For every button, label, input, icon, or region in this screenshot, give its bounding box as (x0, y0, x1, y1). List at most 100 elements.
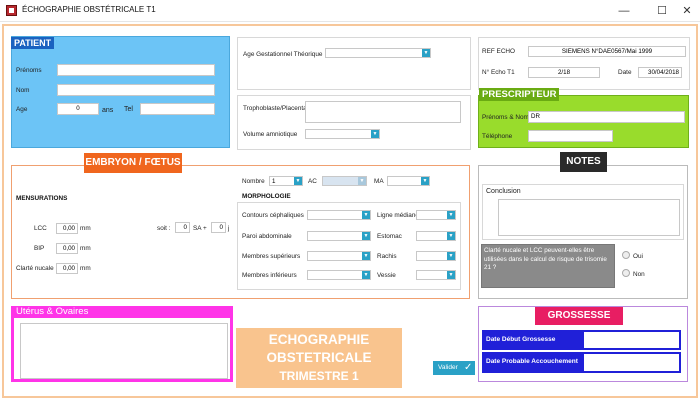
prescripteur-telephone-input[interactable] (528, 130, 613, 142)
trophoblaste-label: Trophoblaste/Placenta (243, 105, 307, 112)
paroi-label: Paroi abdominale (242, 233, 292, 240)
prescripteur-nom-input[interactable]: DR (528, 111, 685, 123)
bip-unit: mm (80, 245, 91, 252)
oui-radio[interactable] (622, 251, 630, 259)
membres-sup-select[interactable]: ▼ (307, 251, 371, 261)
patient-nom-label: Nom (16, 87, 30, 94)
patient-age-label: Age (16, 106, 28, 113)
patient-prenoms-label: Prénoms (16, 67, 42, 74)
age-gestationnel-label: Age Gestationnel Théorique (243, 51, 323, 58)
ac-label: AC (308, 178, 317, 185)
chevron-down-icon: ▼ (422, 49, 430, 57)
patient-title: PATIENT (11, 37, 55, 49)
patient-age-input[interactable]: 0 (57, 103, 99, 115)
uterus-title: Utérus & Ovaires (11, 306, 233, 318)
conclusion-label: Conclusion (486, 188, 521, 195)
patient-nom-input[interactable] (57, 84, 215, 96)
age-gestationnel-select[interactable]: ▼ (325, 48, 431, 58)
chevron-down-icon: ▼ (447, 252, 455, 260)
clarte-nucale-label: Clarté nucale (16, 265, 54, 272)
non-radio[interactable] (622, 269, 630, 277)
embryon-title: EMBRYON / FŒTUS (84, 153, 182, 173)
patient-tel-input[interactable] (140, 103, 215, 115)
chevron-down-icon: ▼ (447, 271, 455, 279)
rachis-label: Rachis (377, 253, 397, 260)
membres-sup-label: Membres supérieurs (242, 253, 301, 260)
j-input[interactable]: 0 (211, 222, 226, 233)
contours-label: Contours céphaliques (242, 212, 304, 219)
notes-title: NOTES (560, 152, 607, 172)
title-bar: ÉCHOGRAPHIE OBSTÉTRICALE T1 — ☐ ✕ (0, 0, 700, 22)
contours-select[interactable]: ▼ (307, 210, 371, 220)
maximize-button[interactable]: ☐ (650, 2, 674, 20)
non-label: Non (633, 271, 645, 278)
ligne-mediane-label: Ligne médiane (377, 212, 419, 219)
patient-prenoms-input[interactable] (57, 64, 215, 76)
prescripteur-title: PRESCRIPTEUR (479, 88, 560, 101)
ma-label: MA (374, 178, 384, 185)
date-debut-input[interactable] (586, 333, 679, 347)
check-icon: ✓ (464, 362, 473, 373)
conclusion-input[interactable] (498, 199, 680, 236)
lcc-label: LCC (34, 225, 47, 232)
sa-input[interactable]: 0 (175, 222, 190, 233)
patient-age-unit: ans (102, 107, 114, 114)
chevron-down-icon: ▼ (362, 211, 370, 219)
date-input[interactable]: 30/04/2018 (638, 67, 682, 78)
bip-label: BIP (34, 245, 45, 252)
date-accouchement-label: Date Probable Accouchement (486, 358, 578, 365)
trophoblaste-input[interactable] (305, 101, 461, 123)
app-icon (6, 5, 17, 16)
ref-echo-label: REF ECHO (482, 48, 516, 55)
nombre-select[interactable]: 1 ▼ (269, 176, 303, 186)
volume-amniotique-select[interactable]: ▼ (305, 129, 380, 139)
membres-inf-select[interactable]: ▼ (307, 270, 371, 280)
uterus-input[interactable] (20, 323, 228, 379)
rachis-select[interactable]: ▼ (416, 251, 456, 261)
valider-label: Valider (438, 364, 458, 371)
n-echo-label: N° Echo T1 (482, 69, 515, 76)
date-accouchement-input[interactable] (586, 355, 679, 369)
date-debut-label: Date Début Grossesse (486, 336, 556, 343)
chevron-down-icon: ▼ (362, 232, 370, 240)
chevron-down-icon: ▼ (421, 177, 429, 185)
ligne-mediane-select[interactable]: ▼ (416, 210, 456, 220)
banner-line2: OBSTETRICALE (266, 350, 372, 365)
banner-line1: ECHOGRAPHIE (268, 332, 370, 347)
banner-line3: TRIMESTRE 1 (279, 369, 359, 383)
chevron-down-icon: ▼ (362, 252, 370, 260)
paroi-select[interactable]: ▼ (307, 231, 371, 241)
date-label: Date (618, 69, 632, 76)
lcc-unit: mm (80, 225, 91, 232)
oui-label: Oui (633, 253, 643, 260)
clarte-nucale-input[interactable]: 0,00 (56, 263, 78, 274)
close-button[interactable]: ✕ (675, 2, 699, 20)
morphologie-title: MORPHOLOGIE (242, 193, 291, 200)
patient-tel-label: Tel (124, 106, 133, 113)
chevron-down-icon: ▼ (371, 130, 379, 138)
chevron-down-icon: ▼ (362, 271, 370, 279)
estomac-label: Estomac (377, 233, 402, 240)
lcc-input[interactable]: 0,00 (56, 223, 78, 234)
estomac-select[interactable]: ▼ (416, 231, 456, 241)
window-title: ÉCHOGRAPHIE OBSTÉTRICALE T1 (22, 5, 156, 14)
sa-label: SA + (193, 225, 207, 232)
soit-label: soit : (157, 225, 171, 232)
bip-input[interactable]: 0,00 (56, 243, 78, 254)
vessie-select[interactable]: ▼ (416, 270, 456, 280)
ref-echo-panel (478, 37, 690, 90)
ma-select[interactable]: ▼ (387, 176, 430, 186)
minimize-button[interactable]: — (612, 2, 636, 20)
chevron-down-icon: ▼ (294, 177, 302, 185)
n-echo-input[interactable]: 2/18 (528, 67, 600, 78)
ref-echo-input[interactable]: SIEMENS N°DAE0567/Mai 1999 (528, 46, 686, 57)
trisomie-question-text: Clarté nucale et LCC peuvent-elles être … (484, 247, 607, 271)
prescripteur-nom-label: Prénoms & Nom (482, 114, 529, 121)
chevron-down-icon: ▼ (447, 211, 455, 219)
chevron-down-icon: ▼ (447, 232, 455, 240)
ac-select[interactable]: ▼ (322, 176, 367, 186)
j-label: j (228, 225, 230, 232)
vessie-label: Vessie (377, 272, 396, 279)
age-gestationnel-panel (237, 37, 471, 90)
chevron-down-icon: ▼ (358, 177, 366, 185)
